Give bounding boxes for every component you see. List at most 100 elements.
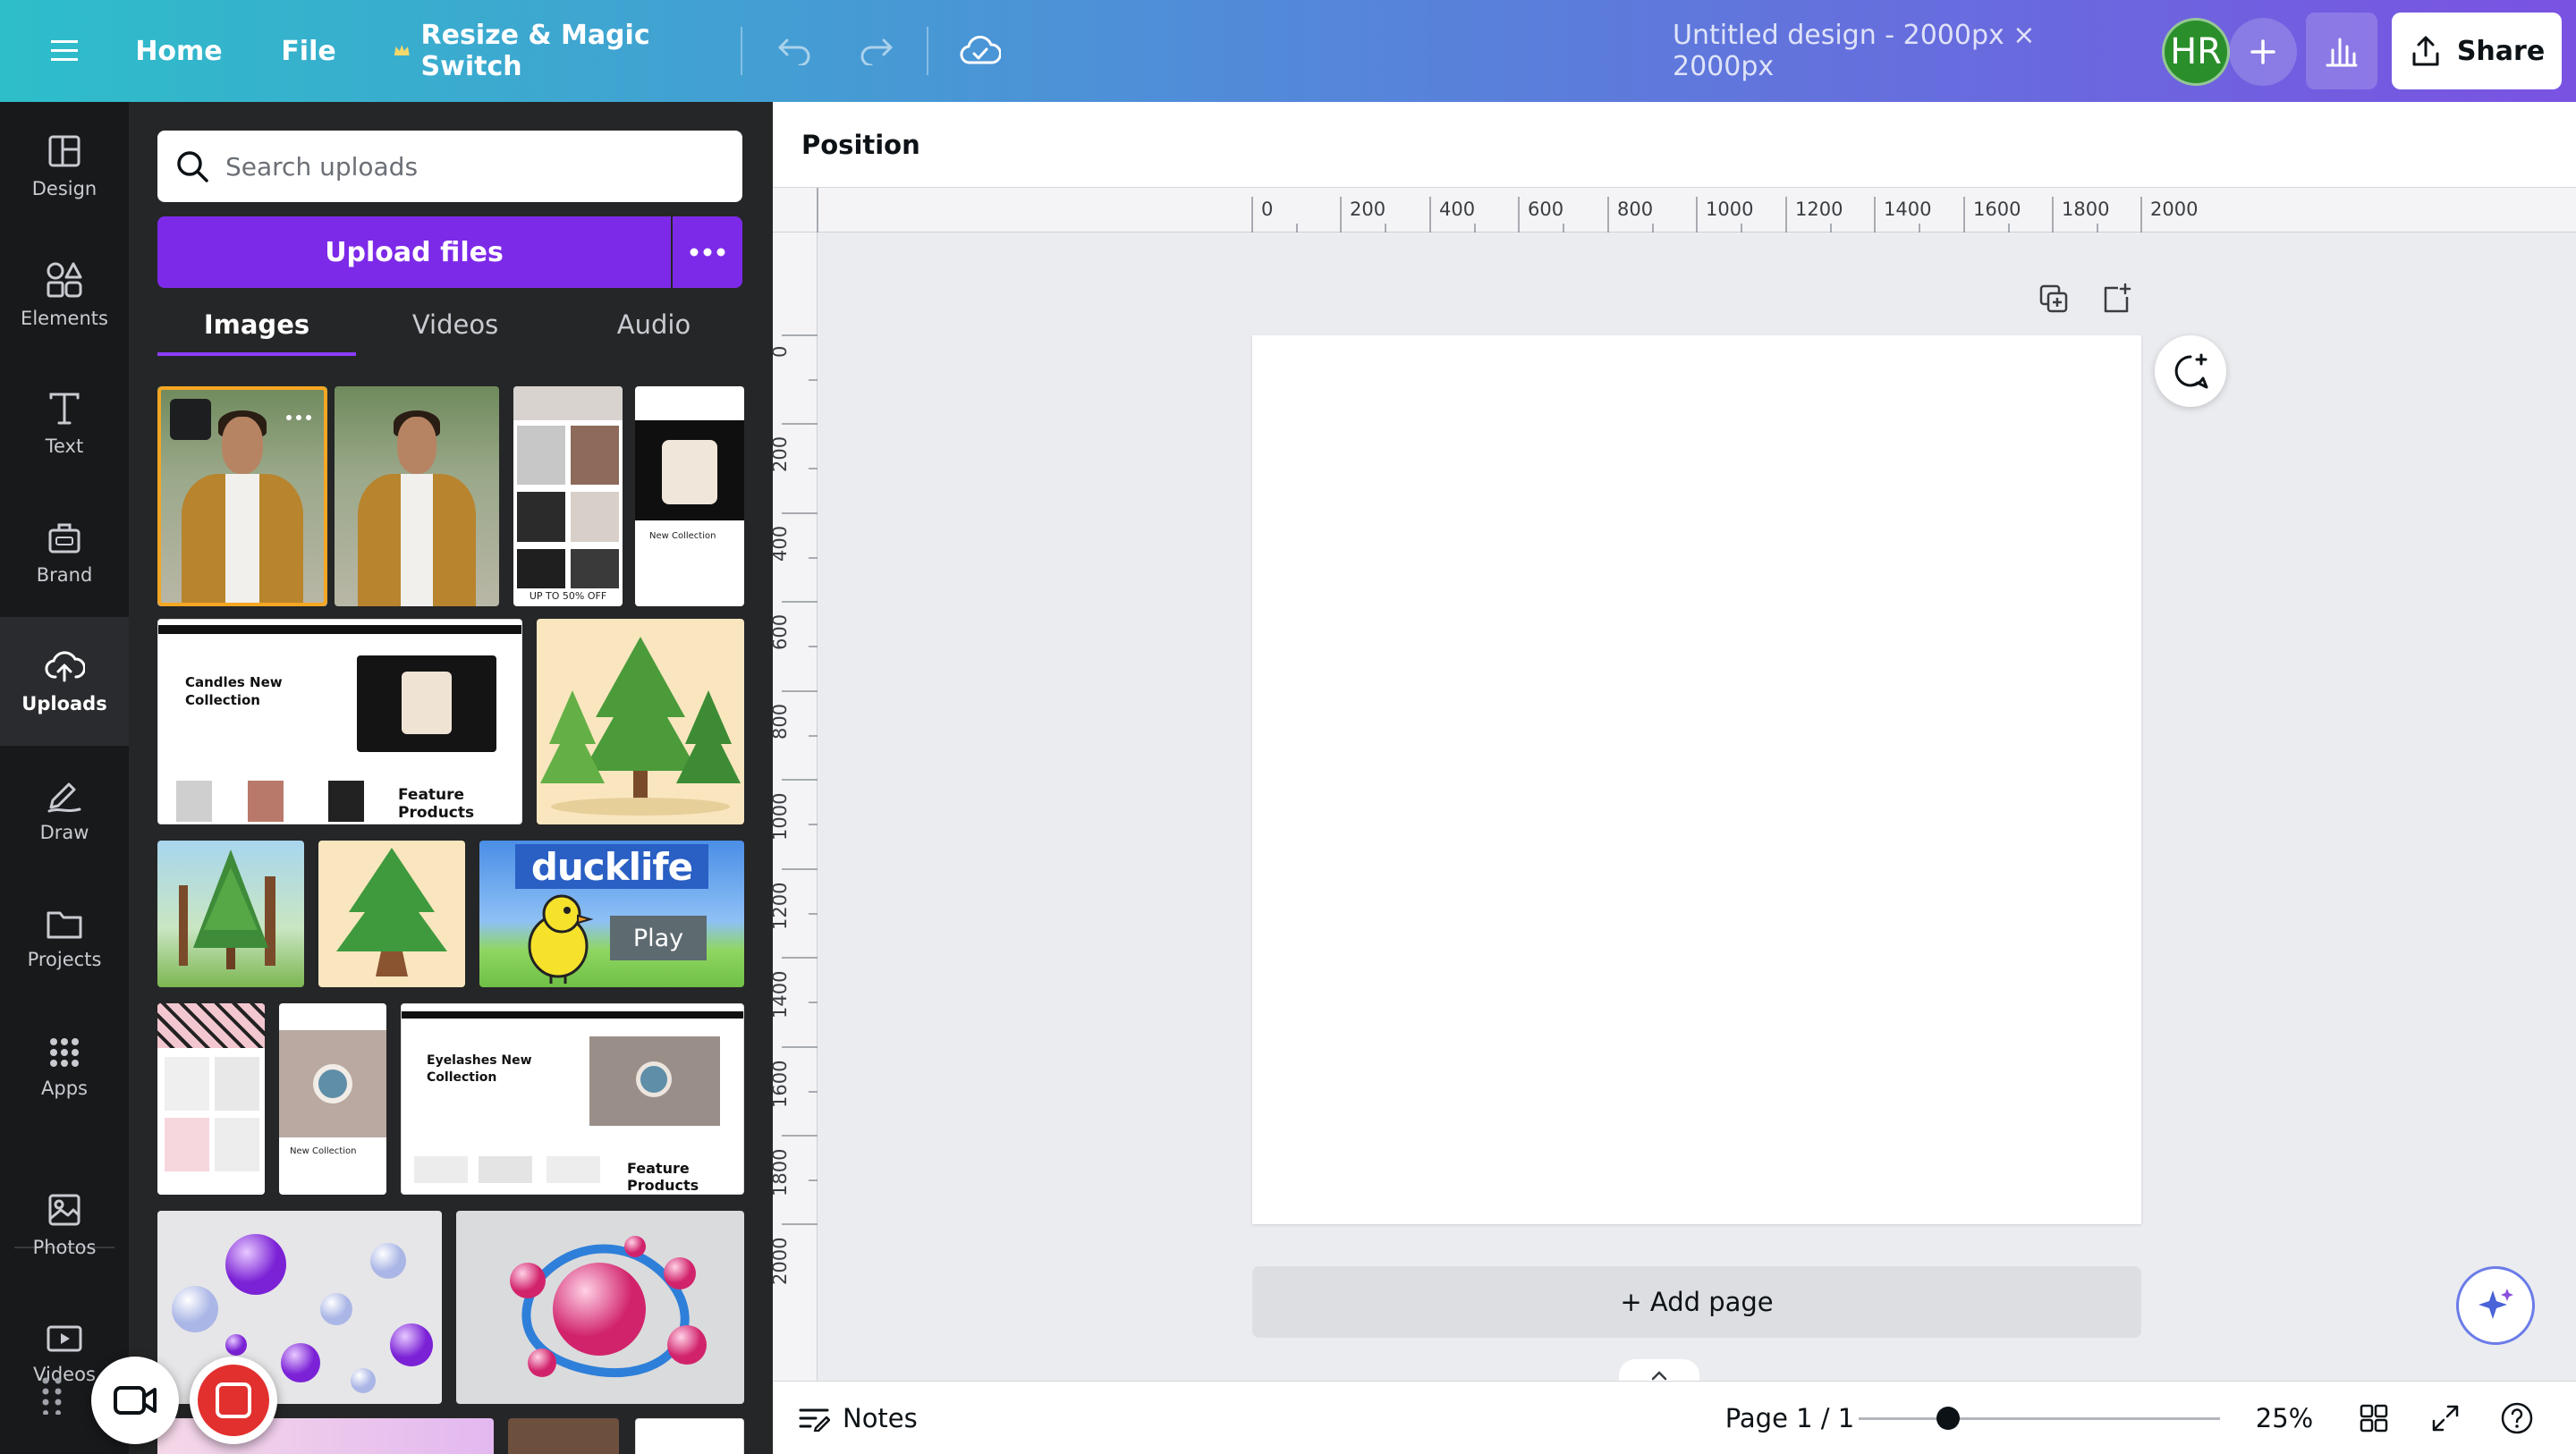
rail-item-elements[interactable]: Elements xyxy=(0,231,129,359)
product-photo xyxy=(547,1156,600,1183)
ruler-label: 1800 xyxy=(769,1148,791,1196)
image-thumbnail-web-page[interactable] xyxy=(635,1418,744,1454)
zoom-slider-track[interactable] xyxy=(1859,1417,2220,1420)
ruler-label: 2000 xyxy=(769,1237,791,1285)
image-thumbnail-tree[interactable] xyxy=(318,841,465,987)
resize-magic-switch-button[interactable]: Resize & Magic Switch xyxy=(394,0,707,102)
search-input[interactable] xyxy=(225,151,708,182)
redo-button[interactable] xyxy=(850,0,903,102)
image-thumbnail-lash-grid[interactable] xyxy=(157,1003,265,1195)
magic-assistant-button[interactable] xyxy=(2456,1266,2535,1345)
add-page-button[interactable]: + Add page xyxy=(1252,1266,2141,1338)
lash-heading: Eyelashes New Collection xyxy=(427,1053,532,1085)
insights-button[interactable] xyxy=(2306,13,2377,89)
image-thumbnail-photo-grid[interactable] xyxy=(508,1418,619,1454)
expand-icon xyxy=(2432,1405,2459,1432)
add-comment-button[interactable] xyxy=(2155,335,2226,407)
duck-illustration xyxy=(528,894,594,984)
position-button[interactable]: Position xyxy=(801,130,920,160)
rail-item-apps[interactable]: Apps xyxy=(0,1003,129,1132)
record-camera-button[interactable] xyxy=(91,1357,179,1444)
image-thumbnail-pine-trees[interactable] xyxy=(537,619,744,824)
search-box[interactable] xyxy=(157,131,742,202)
document-title[interactable]: Untitled design - 2000px × 2000px xyxy=(1673,0,2138,102)
menu-button[interactable] xyxy=(36,0,93,102)
lash-new-text: New Collection xyxy=(290,1146,357,1156)
duplicate-page-button[interactable] xyxy=(2032,277,2075,320)
invite-button[interactable] xyxy=(2229,18,2297,86)
plus-icon xyxy=(2250,39,2275,64)
design-icon xyxy=(48,135,80,167)
image-thumbnail-portrait[interactable] xyxy=(335,386,499,606)
upload-files-button[interactable]: Upload files xyxy=(157,216,671,288)
toolbar-divider xyxy=(741,27,742,75)
grid-view-button[interactable] xyxy=(2352,1397,2395,1440)
undo-icon xyxy=(778,38,810,65)
image-thumbnail-candles-site[interactable]: Candles New Collection Feature Products xyxy=(157,619,522,824)
chevron-up-icon xyxy=(1651,1371,1667,1381)
image-thumbnail-candle-page[interactable]: New Collection xyxy=(635,386,744,606)
forest-illustration xyxy=(179,850,275,969)
product-photo xyxy=(414,1156,468,1183)
fullscreen-button[interactable] xyxy=(2424,1397,2467,1440)
vertical-ruler[interactable]: 0 200 400 600 800 1000 1200 1400 1600 18… xyxy=(769,232,818,1454)
save-status-button[interactable] xyxy=(953,0,1007,102)
grid-view-icon xyxy=(2360,1404,2388,1433)
design-canvas[interactable] xyxy=(1252,335,2141,1224)
notes-button[interactable]: Notes xyxy=(798,1382,918,1454)
eye-iris xyxy=(313,1064,352,1103)
rail-item-design[interactable]: Design xyxy=(0,102,129,231)
image-thumbnail-candle-grid[interactable]: UP TO 50% OFF xyxy=(513,386,623,606)
upload-options-button[interactable] xyxy=(673,216,742,288)
rail-item-projects[interactable]: Projects xyxy=(0,875,129,1003)
tab-videos[interactable]: Videos xyxy=(356,300,555,356)
zoom-slider-thumb[interactable] xyxy=(1936,1407,1960,1430)
rail-item-text[interactable]: Text xyxy=(0,359,129,488)
drag-handle-icon[interactable] xyxy=(39,1375,64,1415)
portrait-shirt xyxy=(400,474,434,606)
lash-photo xyxy=(165,1057,209,1111)
rail-item-uploads[interactable]: Uploads xyxy=(0,617,129,746)
ducklife-title: ducklife xyxy=(515,844,708,889)
redo-icon xyxy=(860,38,893,65)
candle-photo xyxy=(571,549,619,588)
draw-icon xyxy=(47,782,81,813)
rail-item-photos[interactable]: Photos xyxy=(0,1161,129,1289)
image-thumbnail-lash-site[interactable]: Eyelashes New Collection Feature Product… xyxy=(401,1003,744,1195)
ruler-label: 800 xyxy=(1617,199,1654,220)
rail-item-draw[interactable]: Draw xyxy=(0,746,129,875)
rail-item-brand[interactable]: Brand xyxy=(0,488,129,617)
ruler-label: 400 xyxy=(1439,199,1476,220)
record-button[interactable] xyxy=(190,1357,277,1444)
editor-area: Position 0 200 400 600 800 1000 1200 140… xyxy=(769,102,2576,1454)
image-thumbnail-lash-eye[interactable]: New Collection xyxy=(279,1003,386,1195)
share-button[interactable]: Share xyxy=(2392,13,2562,89)
candles-heading: Candles New Collection xyxy=(185,674,283,708)
pine-trees-illustration xyxy=(540,637,741,816)
image-thumbnail-ducklife[interactable]: ducklife Play xyxy=(479,841,744,987)
undo-button[interactable] xyxy=(767,0,821,102)
lash-feature-text: Feature Products xyxy=(627,1160,699,1194)
user-avatar[interactable]: HR xyxy=(2162,18,2230,86)
product-photo xyxy=(479,1156,532,1183)
context-toolbar: Position xyxy=(773,102,2576,188)
ruler-label: 1600 xyxy=(769,1060,791,1108)
home-button[interactable]: Home xyxy=(134,0,224,102)
horizontal-ruler[interactable]: 0 200 400 600 800 1000 1200 1400 1600 18… xyxy=(773,188,2576,232)
ruler-label: 1400 xyxy=(1884,199,1932,220)
help-button[interactable] xyxy=(2496,1397,2538,1440)
tab-images[interactable]: Images xyxy=(157,300,356,356)
zoom-percentage[interactable]: 25% xyxy=(2249,1382,2320,1454)
add-page-icon-button[interactable] xyxy=(2095,277,2138,320)
ducklife-play-button: Play xyxy=(610,916,707,960)
tab-audio[interactable]: Audio xyxy=(555,300,753,356)
elements-icon xyxy=(47,262,82,298)
side-navigation: Design Elements Text Brand Uploads Draw … xyxy=(0,102,129,1454)
candle-photo xyxy=(517,549,565,588)
ruler-label: 1600 xyxy=(1973,199,2021,220)
image-thumbnail-molecule[interactable] xyxy=(456,1211,744,1404)
lash-photo xyxy=(215,1057,259,1111)
file-menu-button[interactable]: File xyxy=(277,0,340,102)
photo-icon xyxy=(48,1194,80,1226)
image-thumbnail-forest[interactable] xyxy=(157,841,304,987)
